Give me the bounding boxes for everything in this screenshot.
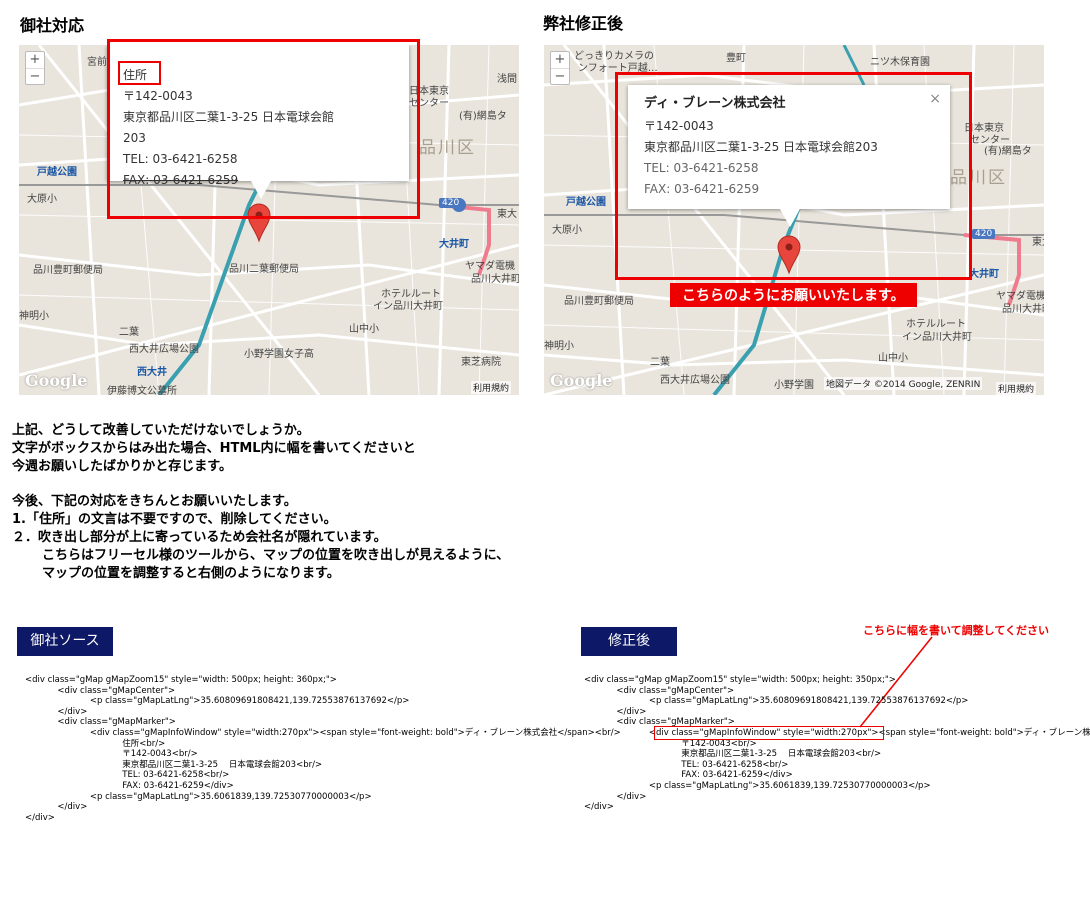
map-label: 大井町 xyxy=(439,239,469,250)
map-label: 西大井 xyxy=(137,367,167,378)
route-badge: 420 xyxy=(972,229,996,239)
map-label: (有)網島タ xyxy=(984,146,1032,157)
zoom-out-button[interactable]: − xyxy=(26,69,44,85)
left-heading: 御社対応 xyxy=(20,16,85,35)
message-line: 文字がボックスからはみ出た場合、HTML内に幅を書いてくださいと xyxy=(12,441,416,456)
terms-link[interactable]: 利用規約 xyxy=(471,381,512,394)
map-label: 品川豊町郵便局 xyxy=(33,265,103,276)
map-label: 品川大井町 xyxy=(1002,304,1044,315)
right-zoom-control[interactable]: + − xyxy=(550,51,570,85)
map-attribution: 地図データ ©2014 Google, ZENRIN xyxy=(824,377,983,390)
ward-label: 品川区 xyxy=(419,138,476,158)
message-line: こちらはフリーセル様のツールから、マップの位置を吹き出しが見えるように、 xyxy=(42,548,510,563)
map-label: 山中小 xyxy=(349,324,379,335)
map-label: 山中小 xyxy=(878,353,908,364)
map-label: 神明小 xyxy=(19,311,49,322)
map-label: イン品川大井町 xyxy=(373,301,443,312)
message-line: 上記、どうして改善していただけないでしょうか。 xyxy=(12,423,310,438)
source-left-code: <div class="gMap gMapZoom15" style="widt… xyxy=(25,675,621,823)
map-label: 品川豊町郵便局 xyxy=(564,296,634,307)
google-logo: Google xyxy=(25,371,88,390)
map-label: 宮前 xyxy=(87,57,107,68)
map-label: 品川二葉郵便局 xyxy=(229,264,299,275)
terms-link[interactable]: 利用規約 xyxy=(996,382,1037,395)
zoom-out-button[interactable]: − xyxy=(551,69,569,85)
source-right-code: <div class="gMap gMapZoom15" style="widt… xyxy=(584,675,1090,813)
right-heading: 弊社修正後 xyxy=(543,14,624,33)
map-label: 豊町 xyxy=(726,53,746,64)
route-badge: 420 xyxy=(439,198,463,208)
address-highlight-box xyxy=(118,61,161,85)
map-label: 二葉 xyxy=(119,327,139,338)
map-label: (有)網島タ xyxy=(459,111,507,122)
source-left-tag: 御社ソース xyxy=(17,627,113,656)
left-zoom-control[interactable]: + − xyxy=(25,51,45,85)
message-paragraph-1: 上記、どうして改善していただけないでしょうか。 文字がボックスからはみ出た場合、… xyxy=(12,422,416,476)
map-label: 大原小 xyxy=(552,225,582,236)
message-paragraph-2: 今後、下記の対応をきちんとお願いいたします。 1.「住所」の文言は不要ですので、… xyxy=(12,493,509,583)
map-label: 浅間 xyxy=(497,74,517,85)
map-label: ニツ木保育園 xyxy=(870,57,930,68)
zoom-in-button[interactable]: + xyxy=(26,52,44,69)
zoom-in-button[interactable]: + xyxy=(551,52,569,69)
message-line: 今後、下記の対応をきちんとお願いいたします。 xyxy=(12,494,297,509)
map-label: 伊藤博文公墓所 xyxy=(107,386,177,395)
map-label: 東大 xyxy=(1032,237,1044,248)
message-line: 今週お願いしたばかりかと存じます。 xyxy=(12,459,232,474)
width-highlight-box xyxy=(654,726,884,740)
map-label: 東大 xyxy=(497,209,517,220)
map-label: 神明小 xyxy=(544,341,574,352)
map-label: 大井町 xyxy=(969,269,999,280)
map-label: 東芝病院 xyxy=(461,357,501,368)
map-label: 西大井広場公園 xyxy=(660,375,730,386)
google-logo: Google xyxy=(550,371,613,390)
message-line: マップの位置を調整すると右側のようになります。 xyxy=(42,566,340,581)
map-label: 品川大井町 xyxy=(471,274,519,285)
map-label: 戸越公園 xyxy=(37,167,77,178)
message-line: ２．吹き出し部分が上に寄っているため会社名が隠れています。 xyxy=(12,530,387,545)
source-right-tag: 修正後 xyxy=(581,627,677,656)
map-label: 小野学園 xyxy=(774,380,814,391)
right-highlight-box xyxy=(615,72,972,280)
callout-label: こちらのようにお願いいたします。 xyxy=(670,283,917,307)
map-label: 大原小 xyxy=(27,194,57,205)
map-label: 二葉 xyxy=(650,357,670,368)
map-label: 西大井広場公園 xyxy=(129,344,199,355)
message-line: 1.「住所」の文言は不要ですので、削除してください。 xyxy=(12,512,337,527)
map-label: 戸越公園 xyxy=(566,197,606,208)
map-label: イン品川大井町 xyxy=(902,332,972,343)
map-label: 小野学園女子高 xyxy=(244,349,314,360)
